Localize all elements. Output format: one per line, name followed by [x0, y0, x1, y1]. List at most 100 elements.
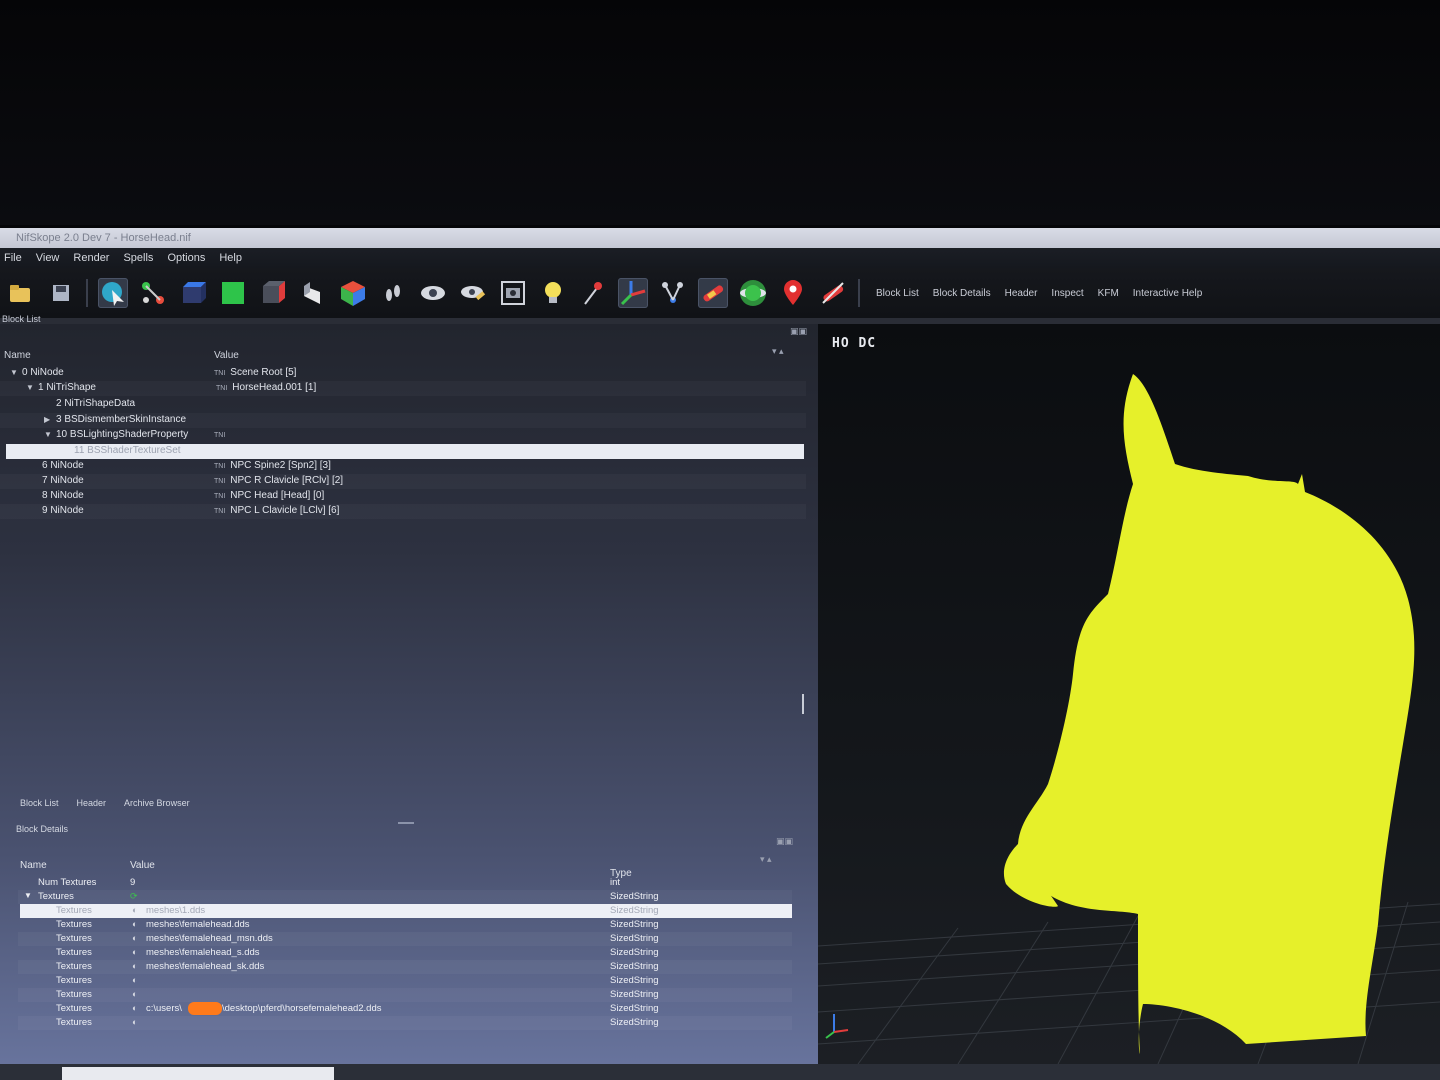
no-draw-icon[interactable] [818, 278, 848, 308]
detail-row[interactable]: Textures ◐ SizedString [18, 974, 792, 988]
tab-kfm[interactable]: KFM [1098, 288, 1119, 299]
value-text: Scene Root [5] [230, 367, 297, 378]
load-icon[interactable] [6, 278, 36, 308]
tree-row[interactable]: ▼ 0 NiNode TNI Scene Root [5] [0, 366, 806, 381]
tree-row-selected[interactable]: 11 BSShaderTextureSet [6, 444, 804, 459]
axes-icon[interactable] [618, 278, 648, 308]
tab-interactive-help[interactable]: Interactive Help [1133, 288, 1202, 299]
tab-header[interactable]: Header [1005, 288, 1038, 299]
block-details-label: Block Details [16, 824, 69, 834]
column-value[interactable]: Value [130, 860, 155, 871]
box-red-icon[interactable] [258, 278, 288, 308]
detail-value: 9 [130, 877, 136, 888]
tree-row[interactable]: 9 NiNode TNI NPC L Clavicle [LClv] [6] [0, 504, 806, 519]
plane-icon[interactable] [298, 278, 328, 308]
detail-row[interactable]: Textures ◐ meshes\femalehead_s.dds Sized… [18, 946, 792, 960]
scrollbar[interactable] [802, 694, 804, 714]
save-icon[interactable] [46, 278, 76, 308]
detail-name: Textures [56, 1017, 92, 1028]
tree-row-value: TNI [214, 429, 230, 440]
menu-view[interactable]: View [36, 248, 60, 268]
tree-row[interactable]: ▼ 1 NiTriShape TNI HorseHead.001 [1] [0, 381, 806, 396]
detail-row[interactable]: Textures ◐ meshes\femalehead_msn.dds Siz… [18, 932, 792, 946]
tree-row-name: 10 BSLightingShaderProperty [56, 429, 189, 440]
string-icon: ◐ [132, 989, 138, 999]
horse-head-mesh[interactable] [1018, 374, 1415, 1054]
detail-value: meshes\femalehead_msn.dds [146, 933, 273, 944]
pin-icon[interactable] [578, 278, 608, 308]
menu-help[interactable]: Help [219, 248, 242, 268]
string-icon: ◐ [132, 905, 138, 915]
redaction-mark [188, 1002, 222, 1015]
tree-row-name: 11 BSShaderTextureSet [74, 445, 181, 456]
tree-row[interactable]: 7 NiNode TNI NPC R Clavicle [RClv] [2] [0, 474, 806, 489]
tree-row[interactable]: ▶ 3 BSDismemberSkinInstance [0, 413, 806, 428]
menu-file[interactable]: File [4, 248, 22, 268]
tree-row[interactable]: 6 NiNode TNI NPC Spine2 [Spn2] [3] [0, 459, 806, 474]
detail-type: SizedString [610, 933, 659, 944]
footprints-icon[interactable] [378, 278, 408, 308]
tab-block-list[interactable]: Block List [876, 288, 919, 299]
string-icon: ◐ [132, 975, 138, 985]
expand-arrow-icon[interactable]: ▼ [44, 430, 52, 439]
detail-row[interactable]: Textures ◐ SizedString [18, 1016, 792, 1030]
lightbulb-icon[interactable] [538, 278, 568, 308]
screenshot-icon[interactable] [498, 278, 528, 308]
eye-pen-icon[interactable] [458, 278, 488, 308]
value-text: NPC R Clavicle [RClv] [2] [230, 475, 344, 486]
box-blue-icon[interactable] [178, 278, 208, 308]
details-float-icon[interactable]: ▣▣ [776, 836, 793, 847]
detail-row[interactable]: Textures ◐ meshes\femalehead.dds SizedSt… [18, 918, 792, 932]
column-value[interactable]: Value [214, 350, 239, 361]
splitter-handle[interactable] [398, 822, 414, 824]
expand-arrow-icon[interactable]: ▼ [26, 383, 34, 392]
tree-row[interactable]: 8 NiNode TNI NPC Head [Head] [0] [0, 489, 806, 504]
detail-type: SizedString [610, 1017, 659, 1028]
detail-type: SizedString [610, 905, 659, 916]
block-list-label: Block List [2, 314, 41, 324]
tab-archive-browser[interactable]: Archive Browser [124, 798, 190, 808]
string-icon: ◐ [132, 947, 138, 957]
refresh-icon[interactable]: ⟳ [130, 891, 138, 902]
bone-icon[interactable] [698, 278, 728, 308]
sphere-icon[interactable] [738, 278, 768, 308]
column-name[interactable]: Name [20, 860, 47, 871]
block-details-header: Name Value Type [18, 860, 794, 879]
detail-row-selected[interactable]: Textures ◐ meshes\1.dds SizedString [20, 904, 792, 918]
render-viewport[interactable]: HO DC [818, 324, 1440, 1064]
connect-icon[interactable] [138, 278, 168, 308]
taskbar-search-box[interactable] [62, 1067, 334, 1080]
tab-block-details[interactable]: Block Details [933, 288, 991, 299]
tab-header-bottom[interactable]: Header [77, 798, 107, 808]
select-icon[interactable] [98, 278, 128, 308]
column-name[interactable]: Name [4, 350, 31, 361]
detail-row[interactable]: Num Textures 9 int [18, 876, 792, 890]
tree-row[interactable]: ▼ 10 BSLightingShaderProperty TNI [0, 428, 806, 443]
tab-inspect[interactable]: Inspect [1051, 288, 1083, 299]
detail-row[interactable]: ▼ Textures ⟳ SizedString [18, 890, 792, 904]
detail-name: Textures [56, 933, 92, 944]
expand-arrow-icon[interactable]: ▶ [44, 415, 50, 424]
marker-icon[interactable] [778, 278, 808, 308]
type-tag: TNI [214, 463, 226, 470]
tree-row[interactable]: 2 NiTriShapeData [0, 397, 806, 412]
box-green-icon[interactable] [218, 278, 248, 308]
tree-row-name: 2 NiTriShapeData [56, 398, 136, 409]
detail-row[interactable]: Textures ◐ c:\users\ \desktop\pferd\hors… [18, 1002, 792, 1016]
eye-icon[interactable] [418, 278, 448, 308]
menu-options[interactable]: Options [167, 248, 205, 268]
expand-arrow-icon[interactable]: ▼ [10, 368, 18, 377]
detail-type: SizedString [610, 891, 659, 902]
detail-row[interactable]: Textures ◐ SizedString [18, 988, 792, 1002]
skeleton-icon[interactable] [658, 278, 688, 308]
menu-spells[interactable]: Spells [123, 248, 153, 268]
tab-block-list-bottom[interactable]: Block List [20, 798, 59, 808]
menu-render[interactable]: Render [73, 248, 109, 268]
monitor-bezel [0, 0, 1440, 225]
toolbar-separator [86, 279, 88, 307]
detail-row[interactable]: Textures ◐ meshes\femalehead_sk.dds Size… [18, 960, 792, 974]
expand-arrow-icon[interactable]: ▼ [24, 891, 32, 900]
detail-value-path: \desktop\pferd\horsefemalehead2.dds [222, 1003, 382, 1014]
cube-color-icon[interactable] [338, 278, 368, 308]
panel-float-icon[interactable]: ▣▣ [790, 326, 807, 337]
